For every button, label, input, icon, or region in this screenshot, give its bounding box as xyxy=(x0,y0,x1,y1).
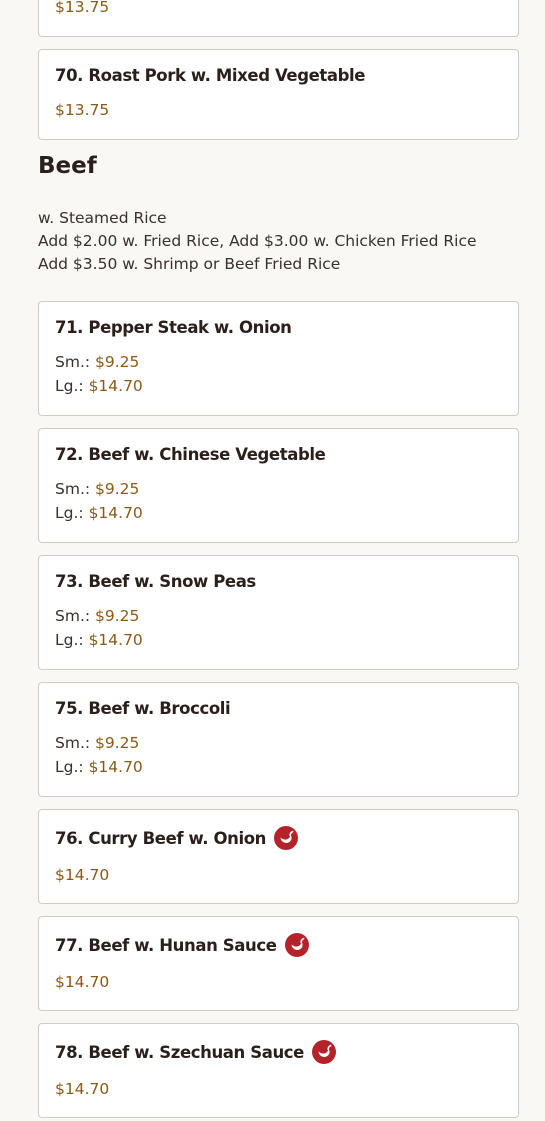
size-large-price: $14.70 xyxy=(88,377,143,395)
item-name: 77. Beef w. Hunan Sauce xyxy=(55,935,277,955)
menu-item-card[interactable]: 76. Curry Beef w. Onion $14.70 xyxy=(38,809,519,904)
item-name: 71. Pepper Steak w. Onion xyxy=(55,318,292,337)
item-name: 76. Curry Beef w. Onion xyxy=(55,828,266,848)
size-small-price: $9.25 xyxy=(95,607,140,625)
spicy-pepper-icon xyxy=(284,933,309,957)
menu-item-card[interactable]: 77. Beef w. Hunan Sauce $14.70 xyxy=(38,916,519,1011)
size-small-price: $9.25 xyxy=(95,734,140,752)
spicy-pepper-icon xyxy=(274,826,298,850)
size-small-label: Sm.: xyxy=(55,607,91,625)
menu-page: $13.75 70. Roast Pork w. Mixed Vegetable… xyxy=(0,0,545,1121)
item-price: $13.75 xyxy=(55,101,110,119)
section-title: Beef xyxy=(38,153,97,179)
size-small-price: $9.25 xyxy=(95,480,140,498)
item-name: 73. Beef w. Snow Peas xyxy=(55,572,256,591)
item-price: $13.75 xyxy=(55,0,110,16)
size-large-price: $14.70 xyxy=(88,631,143,649)
section-note: w. Steamed Rice xyxy=(38,209,167,227)
item-name: 70. Roast Pork w. Mixed Vegetable xyxy=(55,66,366,85)
section-note: Add $3.50 w. Shrimp or Beef Fried Rice xyxy=(38,255,341,273)
section-note: Add $2.00 w. Fried Rice, Add $3.00 w. Ch… xyxy=(38,232,477,250)
spicy-pepper-icon xyxy=(311,1040,336,1064)
menu-item-card[interactable]: 73. Beef w. Snow Peas Sm.: $9.25 Lg.: $1… xyxy=(38,555,519,670)
item-name: 78. Beef w. Szechuan Sauce xyxy=(55,1042,304,1062)
menu-item-card[interactable]: 75. Beef w. Broccoli Sm.: $9.25 Lg.: $14… xyxy=(38,682,519,797)
menu-item-card[interactable]: 72. Beef w. Chinese Vegetable Sm.: $9.25… xyxy=(38,428,519,543)
item-price: $14.70 xyxy=(55,866,110,884)
size-small-price: $9.25 xyxy=(95,353,140,371)
size-large-price: $14.70 xyxy=(88,504,143,522)
size-small-label: Sm.: xyxy=(55,480,91,498)
item-price: $14.70 xyxy=(55,973,110,991)
size-large-label: Lg.: xyxy=(55,504,84,522)
size-large-price: $14.70 xyxy=(88,758,143,776)
menu-item-card[interactable]: $13.75 xyxy=(38,0,519,37)
size-large-label: Lg.: xyxy=(55,631,84,649)
item-name: 75. Beef w. Broccoli xyxy=(55,699,231,718)
size-small-label: Sm.: xyxy=(55,734,91,752)
menu-item-card[interactable]: 78. Beef w. Szechuan Sauce $14.70 xyxy=(38,1023,519,1118)
size-large-label: Lg.: xyxy=(55,377,84,395)
menu-item-card[interactable]: 70. Roast Pork w. Mixed Vegetable $13.75 xyxy=(38,49,519,140)
menu-item-card[interactable]: 71. Pepper Steak w. Onion Sm.: $9.25 Lg.… xyxy=(38,301,519,416)
size-large-label: Lg.: xyxy=(55,758,84,776)
item-name: 72. Beef w. Chinese Vegetable xyxy=(55,445,326,464)
item-price: $14.70 xyxy=(55,1080,110,1098)
size-small-label: Sm.: xyxy=(55,353,91,371)
